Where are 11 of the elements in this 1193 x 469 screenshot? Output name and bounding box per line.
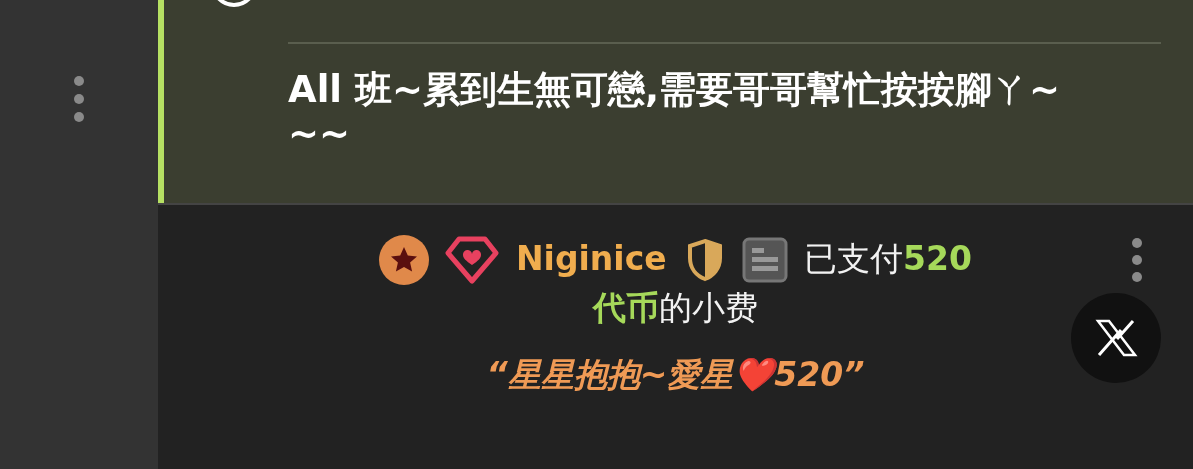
- tip-quote: “星星抱抱~愛星❤520”: [486, 354, 865, 396]
- more-icon[interactable]: [1131, 237, 1143, 283]
- message-text: All 班~累到生無可戀,需要哥哥幫忙按按腳ㄚ~~~: [288, 68, 1061, 156]
- logo-icon[interactable]: [1071, 293, 1161, 383]
- star-badge-icon: [379, 235, 429, 285]
- document-icon: [741, 237, 788, 283]
- username[interactable]: Niginice: [516, 238, 667, 278]
- more-icon[interactable]: [73, 75, 85, 125]
- gem-heart-icon: [445, 236, 500, 284]
- tip-message: 已支付520: [804, 238, 972, 278]
- tip-message: 代币的小费: [593, 287, 758, 329]
